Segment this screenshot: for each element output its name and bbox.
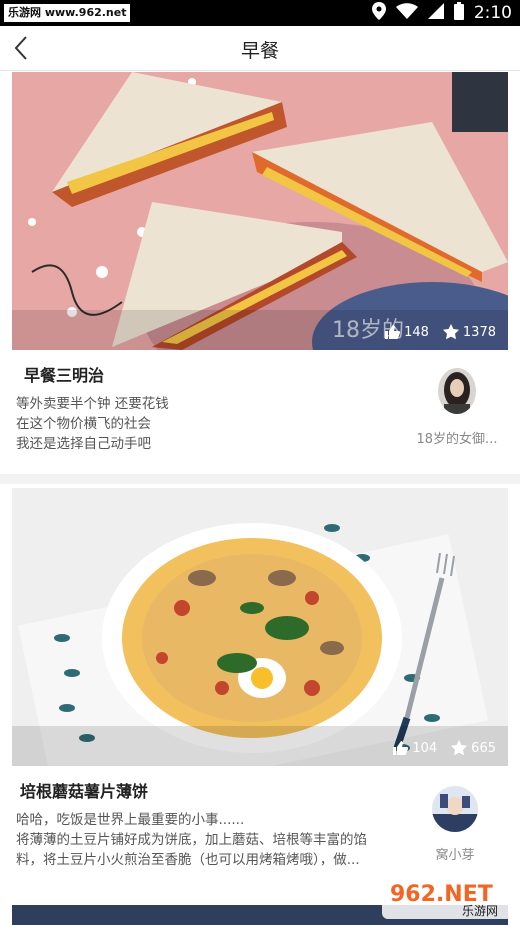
wifi-icon	[395, 3, 418, 23]
watermark-sub: 乐游网	[462, 904, 498, 918]
like-count: 148	[404, 324, 429, 340]
author-avatar[interactable]	[432, 786, 478, 832]
like-count: 104	[412, 740, 438, 756]
nav-bar: 早餐	[0, 26, 520, 71]
favorite-stat[interactable]: 1378	[442, 324, 496, 340]
signal-icon	[427, 3, 444, 23]
recipe-photo[interactable]: 18岁的 148 1378	[12, 72, 508, 350]
thumbs-up-icon	[393, 741, 409, 755]
description-line: 哈哈，吃饭是世界上最重要的小事......	[16, 812, 245, 828]
site-badge: 乐游网 www.962.net	[4, 4, 131, 22]
recipe-card-2[interactable]: 104 665 培根蘑菇薯片薄饼 哈哈，吃饭是世界上最重要的小事...... 将…	[12, 488, 508, 898]
description-line: 在这个物价横飞的社会	[16, 416, 151, 432]
star-icon	[451, 740, 468, 756]
favorite-count: 665	[471, 740, 496, 756]
description-line: 将薄薄的土豆片铺好成为饼底，加上蘑菇、培根等丰富的馅	[16, 832, 367, 848]
author-avatar[interactable]	[438, 368, 476, 414]
battery-icon	[453, 2, 464, 24]
recipe-title[interactable]: 培根蘑菇薯片薄饼	[20, 778, 148, 802]
recipe-description: 等外卖要半个钟 还要花钱 在这个物价横飞的社会 我还是选择自己动手吧	[16, 394, 406, 454]
recipe-photo[interactable]: 104 665	[12, 488, 508, 766]
page-title: 早餐	[240, 40, 279, 62]
divider	[0, 474, 520, 484]
like-stat[interactable]: 148	[384, 324, 429, 340]
description-line: 等外卖要半个钟 还要花钱	[16, 396, 169, 412]
favorite-stat[interactable]: 665	[451, 740, 496, 756]
favorite-count: 1378	[462, 324, 496, 340]
site-watermark: 962.NET 乐游网	[382, 873, 512, 919]
star-icon	[442, 324, 459, 340]
like-stat[interactable]: 104	[392, 740, 437, 756]
author-name[interactable]: 18岁的女御...	[402, 428, 512, 447]
location-icon	[371, 2, 386, 24]
recipe-description: 哈哈，吃饭是世界上最重要的小事...... 将薄薄的土豆片铺好成为饼底，加上蘑菇…	[16, 810, 406, 870]
thumbs-up-icon	[385, 325, 401, 339]
recipe-title[interactable]: 早餐三明治	[24, 362, 104, 386]
recipe-card-1[interactable]: 18岁的 148 1378 早餐三明治 等外卖要半个钟 还要花钱 在这个物价横飞…	[12, 72, 508, 472]
status-bar: 乐游网 www.962.net 2:10	[0, 0, 520, 26]
description-line: 我还是选择自己动手吧	[16, 436, 151, 452]
description-line: 料，将土豆片小火煎治至香脆（也可以用烤箱烤哦），做...	[16, 852, 360, 868]
clock: 2:10	[473, 3, 512, 23]
author-name[interactable]: 窝小芽	[400, 844, 510, 863]
